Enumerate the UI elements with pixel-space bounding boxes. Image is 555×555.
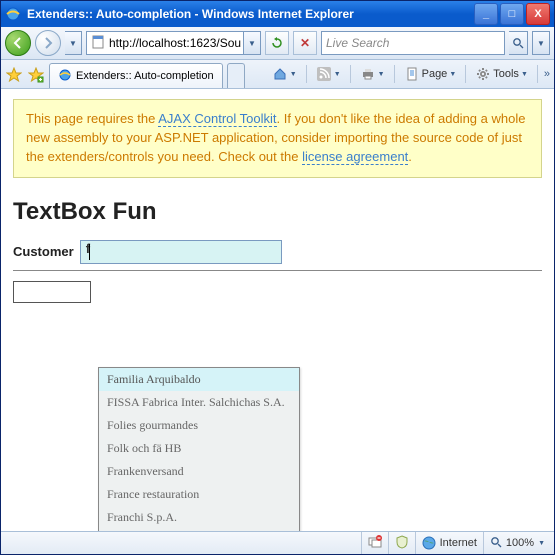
tools-menu-label: Tools — [493, 68, 519, 80]
zoom-icon — [490, 536, 502, 551]
chevron-down-icon: ▼ — [334, 71, 341, 78]
search-placeholder: Live Search — [326, 36, 389, 50]
page-icon — [404, 66, 420, 82]
forward-button[interactable] — [35, 30, 61, 56]
popup-blocked-icon — [368, 535, 382, 552]
maximize-button[interactable]: □ — [500, 3, 524, 25]
printer-icon — [360, 66, 376, 82]
separator — [306, 65, 307, 83]
recent-drop[interactable]: ▼ — [65, 31, 82, 55]
tools-menu[interactable]: Tools ▼ — [472, 63, 531, 85]
search-icon — [512, 37, 524, 49]
status-phishing[interactable] — [388, 532, 415, 554]
feeds-button[interactable]: ▼ — [313, 63, 344, 85]
window-title: Extenders:: Auto-completion - Windows In… — [27, 7, 474, 21]
status-popup-blocked[interactable] — [361, 532, 388, 554]
chevron-down-icon: ▼ — [378, 71, 385, 78]
separator — [350, 65, 351, 83]
page-content: This page requires the AJAX Control Tool… — [1, 89, 554, 531]
search-provider-drop[interactable]: ▼ — [532, 31, 550, 55]
secondary-input[interactable] — [13, 281, 91, 303]
stop-button[interactable]: ✕ — [293, 31, 317, 55]
tab-label: Extenders:: Auto-completion — [76, 70, 214, 82]
close-glyph: X — [534, 8, 541, 20]
status-zone-label: Internet — [440, 537, 477, 549]
chevron-down-icon: ▼ — [449, 71, 456, 78]
chevron-down-icon: ▼ — [538, 540, 545, 547]
refresh-icon — [271, 37, 283, 49]
autocomplete-item[interactable]: Frankenversand — [99, 460, 299, 483]
maximize-glyph: □ — [509, 8, 516, 20]
arrow-right-icon — [42, 37, 54, 49]
stop-icon: ✕ — [300, 36, 310, 50]
back-button[interactable] — [5, 30, 31, 56]
ie-window: Extenders:: Auto-completion - Windows In… — [0, 0, 555, 555]
search-box[interactable]: Live Search — [321, 31, 505, 55]
status-bar: Internet 100% ▼ — [1, 531, 554, 554]
page-menu[interactable]: Page ▼ — [401, 63, 460, 85]
titlebar: Extenders:: Auto-completion - Windows In… — [1, 1, 554, 27]
ie-page-icon — [58, 68, 72, 85]
new-tab-button[interactable] — [227, 63, 245, 88]
gear-icon — [475, 66, 491, 82]
customer-input-value: f — [86, 241, 90, 256]
autocomplete-item[interactable]: FISSA Fabrica Inter. Salchichas S.A. — [99, 391, 299, 414]
status-zone[interactable]: Internet — [415, 532, 483, 554]
autocomplete-item[interactable]: Familia Arquibaldo — [99, 368, 299, 391]
customer-label: Customer — [13, 244, 74, 259]
add-favorites-icon[interactable] — [27, 66, 45, 84]
tabs-toolbar: Extenders:: Auto-completion ▼ ▼ ▼ Page — [1, 60, 554, 89]
arrow-left-icon — [12, 37, 24, 49]
autocomplete-item[interactable]: France restauration — [99, 483, 299, 506]
ie-logo-icon — [5, 6, 21, 22]
link-ajax-toolkit[interactable]: AJAX Control Toolkit — [158, 111, 276, 127]
separator — [394, 65, 395, 83]
separator — [537, 65, 538, 83]
page-menu-label: Page — [422, 68, 448, 80]
customer-input[interactable]: f — [80, 240, 282, 264]
chevron-down-icon: ▼ — [521, 71, 528, 78]
address-bar[interactable]: http://localhost:1623/Sou — [86, 31, 244, 55]
shield-icon — [395, 535, 409, 552]
toolbar-overflow[interactable]: » — [544, 68, 550, 80]
separator — [465, 65, 466, 83]
favorites-star-icon[interactable] — [5, 66, 23, 84]
notice-box: This page requires the AJAX Control Tool… — [13, 99, 542, 178]
command-bar: ▼ ▼ ▼ Page ▼ Tools ▼ — [269, 63, 550, 85]
minimize-glyph: _ — [483, 8, 489, 20]
close-button[interactable]: X — [526, 3, 550, 25]
home-button[interactable]: ▼ — [269, 63, 300, 85]
autocomplete-item[interactable]: Folies gourmandes — [99, 414, 299, 437]
customer-field-row: Customer f — [13, 240, 542, 264]
page-icon — [91, 35, 105, 52]
page-heading: TextBox Fun — [13, 198, 542, 226]
address-text: http://localhost:1623/Sou — [109, 36, 241, 50]
notice-text: This page requires the — [26, 111, 158, 126]
autocomplete-item[interactable]: Franchi S.p.A. — [99, 506, 299, 529]
tab-active[interactable]: Extenders:: Auto-completion — [49, 63, 223, 88]
globe-icon — [422, 536, 436, 550]
field-underline — [13, 270, 542, 271]
minimize-button[interactable]: _ — [474, 3, 498, 25]
zoom-value: 100% — [506, 537, 534, 549]
link-license[interactable]: license agreement — [302, 149, 408, 165]
refresh-button[interactable] — [265, 31, 289, 55]
nav-toolbar: ▼ http://localhost:1623/Sou ▼ ✕ Live Sea… — [1, 27, 554, 60]
autocomplete-item[interactable]: Furia Bacalhau e Frutos do Mar — [99, 529, 299, 531]
notice-text: . — [408, 149, 412, 164]
autocomplete-item[interactable]: Folk och fä HB — [99, 437, 299, 460]
zoom-control[interactable]: 100% ▼ — [483, 532, 551, 554]
rss-icon — [316, 66, 332, 82]
window-buttons: _ □ X — [474, 3, 550, 25]
autocomplete-dropdown: Familia Arquibaldo FISSA Fabrica Inter. … — [98, 367, 300, 531]
chevron-down-icon: ▼ — [290, 71, 297, 78]
home-icon — [272, 66, 288, 82]
address-drop[interactable]: ▼ — [244, 31, 261, 55]
print-button[interactable]: ▼ — [357, 63, 388, 85]
search-button[interactable] — [509, 31, 528, 55]
